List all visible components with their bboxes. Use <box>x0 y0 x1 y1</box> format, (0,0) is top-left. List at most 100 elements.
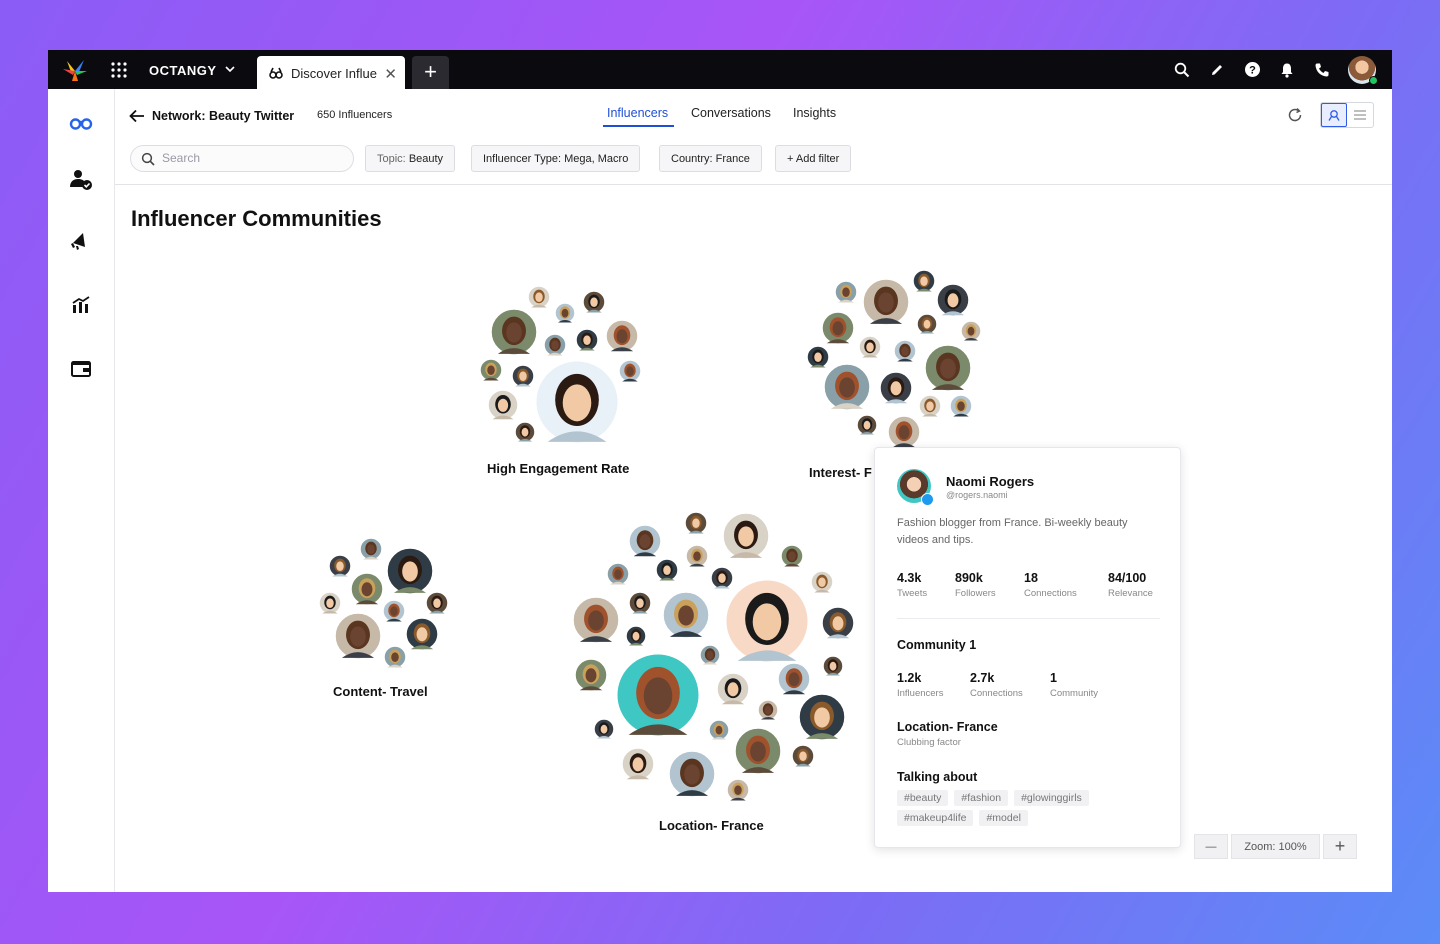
influencer-avatar[interactable] <box>628 524 662 558</box>
influencer-avatar[interactable] <box>887 415 921 449</box>
influencer-avatar[interactable] <box>382 599 406 623</box>
influencer-avatar[interactable] <box>575 328 599 352</box>
influencer-avatar[interactable] <box>425 591 449 615</box>
influencer-avatar[interactable] <box>350 572 384 606</box>
influencer-avatar[interactable] <box>318 591 342 615</box>
wallet-icon[interactable] <box>69 357 93 381</box>
influencer-avatar[interactable] <box>918 394 942 418</box>
influencer-avatar[interactable] <box>386 547 434 595</box>
influencer-avatar[interactable] <box>823 363 871 411</box>
megaphone-icon[interactable] <box>69 229 93 253</box>
influencer-avatar[interactable] <box>684 511 708 535</box>
influencer-avatar[interactable] <box>710 566 734 590</box>
influencer-avatar[interactable] <box>936 283 970 317</box>
phone-icon[interactable] <box>1313 61 1331 79</box>
influencer-avatar[interactable] <box>527 285 551 309</box>
influencer-avatar[interactable] <box>893 339 917 363</box>
zoom-out-button[interactable]: — <box>1194 834 1228 859</box>
cluster-label-interest[interactable]: Interest- F <box>809 465 872 480</box>
profile-name[interactable]: Naomi Rogers <box>946 474 1034 489</box>
brand-name[interactable]: OCTANGY <box>149 63 217 78</box>
influencer-avatar[interactable] <box>511 364 535 388</box>
influencer-avatar[interactable] <box>628 591 652 615</box>
influencer-avatar[interactable] <box>879 371 913 405</box>
influencer-avatar[interactable] <box>960 320 982 342</box>
chevron-down-icon[interactable] <box>224 63 236 75</box>
influencer-avatar[interactable] <box>605 319 639 353</box>
influencer-avatar[interactable] <box>405 617 439 651</box>
influencer-avatar[interactable] <box>734 727 782 775</box>
influencer-avatar[interactable] <box>757 699 779 721</box>
influencer-avatar[interactable] <box>668 750 716 798</box>
influencer-avatar[interactable] <box>614 651 702 739</box>
influencer-avatar[interactable] <box>655 558 679 582</box>
back-arrow-icon[interactable] <box>129 109 145 123</box>
tab-influencers[interactable]: Influencers <box>607 106 668 120</box>
user-avatar[interactable] <box>1348 55 1378 85</box>
app-launcher-icon[interactable] <box>110 61 128 79</box>
help-icon[interactable]: ? <box>1243 61 1261 79</box>
influencer-avatar[interactable] <box>726 778 750 802</box>
filter-chip-topic[interactable]: Topic: Beauty <box>365 145 456 172</box>
influencer-avatar[interactable] <box>487 389 519 421</box>
influencer-avatar[interactable] <box>858 335 882 359</box>
cluster-label-location-france[interactable]: Location- France <box>659 818 764 833</box>
hashtag-tag[interactable]: #glowinggirls <box>1014 790 1089 806</box>
influencer-avatar[interactable] <box>699 644 721 666</box>
cluster-label-content-travel[interactable]: Content- Travel <box>333 684 428 699</box>
pencil-icon[interactable] <box>1208 61 1226 79</box>
search-bar[interactable] <box>130 145 354 172</box>
close-icon[interactable]: ✕ <box>384 65 397 83</box>
influencer-avatar[interactable] <box>822 655 844 677</box>
influencer-avatar[interactable] <box>662 591 710 639</box>
app-logo-icon[interactable] <box>62 59 88 81</box>
search-input[interactable] <box>162 151 342 165</box>
influencer-avatar[interactable] <box>359 537 383 561</box>
influencer-avatar[interactable] <box>625 625 647 647</box>
influencer-avatar[interactable] <box>791 744 815 768</box>
tab-conversations[interactable]: Conversations <box>691 106 771 120</box>
influencer-avatar[interactable] <box>533 358 621 446</box>
influencer-avatar[interactable] <box>685 544 709 568</box>
refresh-icon[interactable] <box>1287 107 1303 123</box>
network-view-button[interactable] <box>1321 103 1348 127</box>
influencer-avatar[interactable] <box>924 344 972 392</box>
influencer-avatar[interactable] <box>618 359 642 383</box>
hashtag-tag[interactable]: #model <box>979 810 1028 826</box>
influencer-avatar[interactable] <box>834 280 858 304</box>
influencer-avatar[interactable] <box>328 554 352 578</box>
filter-chip-country[interactable]: Country: France <box>659 145 762 172</box>
bell-icon[interactable] <box>1278 61 1296 79</box>
influencer-avatar[interactable] <box>490 308 538 356</box>
search-icon[interactable] <box>1173 61 1191 79</box>
influencer-avatar[interactable] <box>780 544 804 568</box>
add-filter-button[interactable]: + Add filter <box>775 145 852 172</box>
hashtag-tag[interactable]: #fashion <box>954 790 1009 806</box>
influencer-avatar[interactable] <box>554 302 576 324</box>
influencer-avatar[interactable] <box>514 421 536 443</box>
influencer-avatar[interactable] <box>606 562 630 586</box>
influencer-avatar[interactable] <box>821 606 855 640</box>
user-check-icon[interactable] <box>69 167 93 191</box>
influencer-avatar[interactable] <box>798 693 846 741</box>
tab-discover-influencers[interactable]: Discover Influencers ✕ <box>257 56 405 89</box>
influencer-avatar[interactable] <box>723 577 811 665</box>
influencer-avatar[interactable] <box>821 311 855 345</box>
influencer-avatar[interactable] <box>593 718 615 740</box>
influencer-avatar[interactable] <box>912 269 936 293</box>
zoom-in-button[interactable]: + <box>1323 834 1357 859</box>
influencer-avatar[interactable] <box>810 570 834 594</box>
influencer-avatar[interactable] <box>383 645 407 669</box>
list-view-button[interactable] <box>1347 103 1373 127</box>
influencer-avatar[interactable] <box>806 345 830 369</box>
influencer-avatar[interactable] <box>916 313 938 335</box>
influencer-avatar[interactable] <box>572 596 620 644</box>
hashtag-tag[interactable]: #beauty <box>897 790 949 806</box>
tab-insights[interactable]: Insights <box>793 106 836 120</box>
influencer-avatar[interactable] <box>334 612 382 660</box>
binoculars-icon[interactable] <box>69 110 93 134</box>
analytics-icon[interactable] <box>69 293 93 317</box>
influencer-avatar[interactable] <box>862 278 910 326</box>
influencer-avatar[interactable] <box>479 358 503 382</box>
cluster-label-high-engagement[interactable]: High Engagement Rate <box>487 461 629 476</box>
